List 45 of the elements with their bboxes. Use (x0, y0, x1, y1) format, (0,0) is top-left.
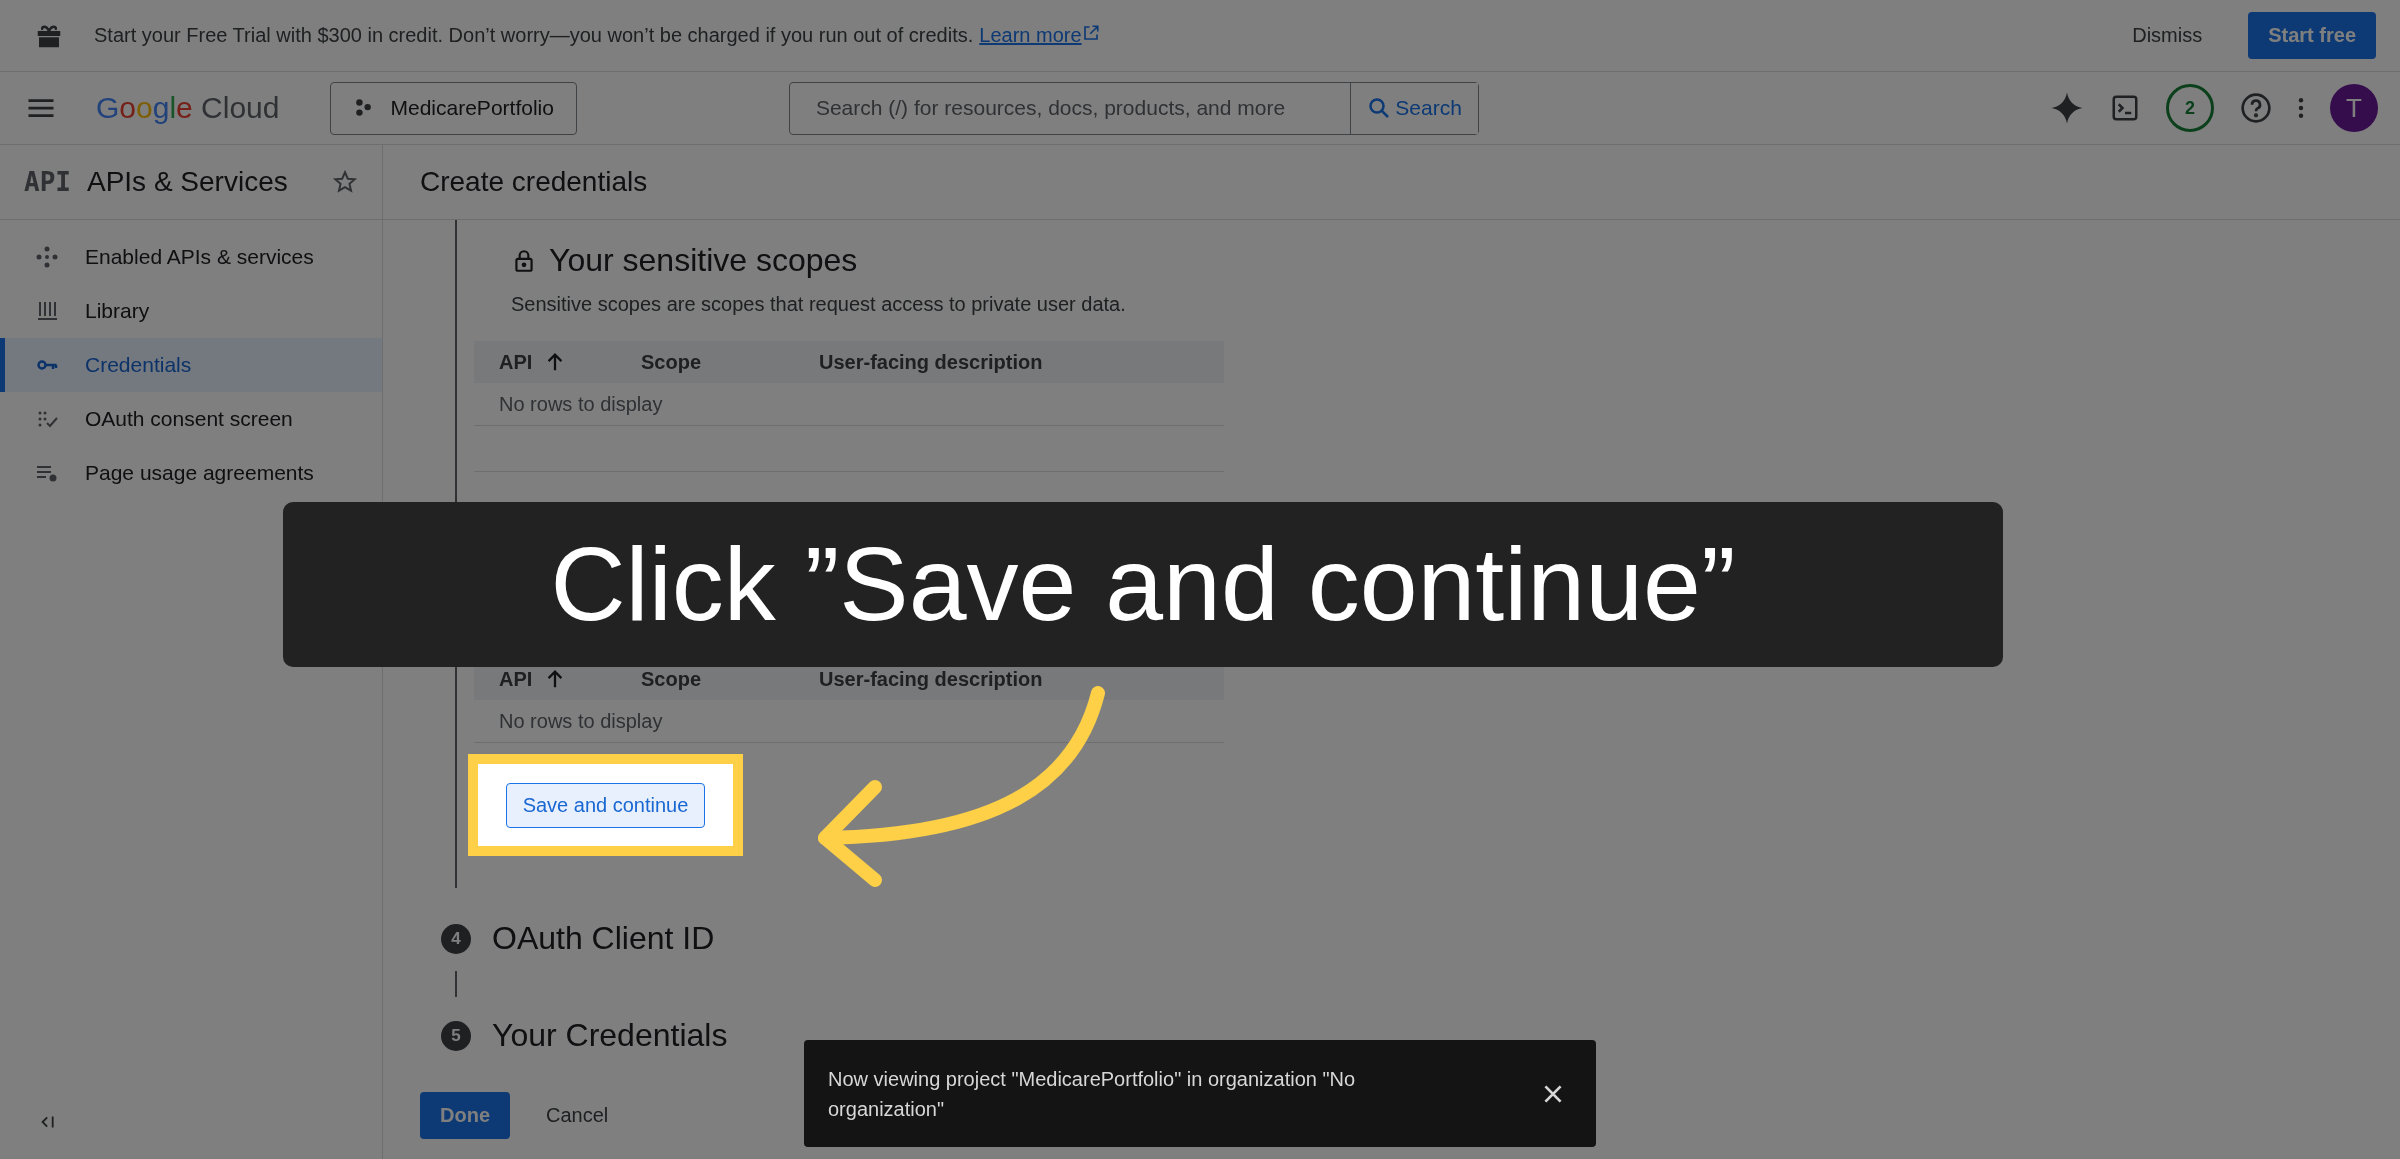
start-free-button[interactable]: Start free (2248, 12, 2376, 59)
page-title: Create credentials (420, 166, 648, 198)
project-picker[interactable]: MedicarePortfolio (329, 81, 577, 135)
column-header: Scope (641, 350, 702, 374)
column-header: User-facing description (819, 667, 1043, 691)
api-label: API (24, 167, 71, 197)
sidebar-item[interactable]: Library (0, 284, 382, 338)
promo-text: Start your Free Trial with $300 in credit. Don’t worry—you won’t be charged if you run out of credits. Learn more (94, 24, 2087, 47)
empty-table-row: No rows to display (474, 383, 1224, 426)
empty-table-row: No rows to display (474, 700, 1224, 743)
search-field[interactable]: Search (/) for resources, docs, products, and more Search (788, 81, 1479, 135)
save-and-continue-button[interactable]: Save and continue (505, 782, 706, 828)
sidebar-item[interactable]: Enabled APIs & services (0, 230, 382, 284)
learn-more-link[interactable]: Learn more (979, 24, 1100, 46)
sidebar-title: APIs & Services (86, 166, 289, 198)
column-header: User-facing description (819, 350, 1043, 374)
step-label: OAuth Client ID (492, 920, 715, 957)
sidebar-item[interactable]: Page usage agreements (0, 446, 382, 500)
sparkle-icon (2050, 91, 2084, 125)
logo[interactable]: Google Cloud (96, 91, 280, 125)
dismiss-button[interactable]: Dismiss (2116, 14, 2219, 57)
done-button[interactable]: Done (420, 1092, 510, 1139)
cancel-button[interactable]: Cancel (530, 1092, 625, 1139)
step-label: Your Credentials (492, 1017, 728, 1054)
sidebar-item[interactable]: OAuth consent screen (0, 392, 382, 446)
tutorial-caption: Click ”Save and continue” (283, 502, 2003, 667)
search-button[interactable]: Search (1350, 82, 1478, 134)
column-header: Scope (641, 667, 702, 691)
star-icon (332, 169, 358, 195)
help-icon (2240, 92, 2272, 124)
sidebar-item[interactable]: Credentials (0, 338, 382, 392)
snackbar-message: Now viewing project "MedicarePortfolio" in organization "No organization" (828, 1066, 1357, 1122)
terminal-icon (2110, 93, 2140, 123)
external-link-icon (1081, 24, 1100, 42)
move-icon (35, 245, 59, 269)
avatar[interactable]: T (2330, 84, 2378, 132)
column-header: API (499, 667, 533, 691)
notification-badge[interactable]: 2 (2166, 84, 2214, 132)
section-heading: Your sensitive scopes (549, 242, 858, 279)
more-icon (2298, 98, 2304, 118)
section-description: Sensitive scopes are scopes that request access to private user data. (511, 293, 1127, 316)
step-number: 4 (441, 923, 471, 954)
column-header: API (499, 350, 533, 374)
library-icon (35, 299, 59, 323)
step-number: 5 (441, 1020, 471, 1051)
